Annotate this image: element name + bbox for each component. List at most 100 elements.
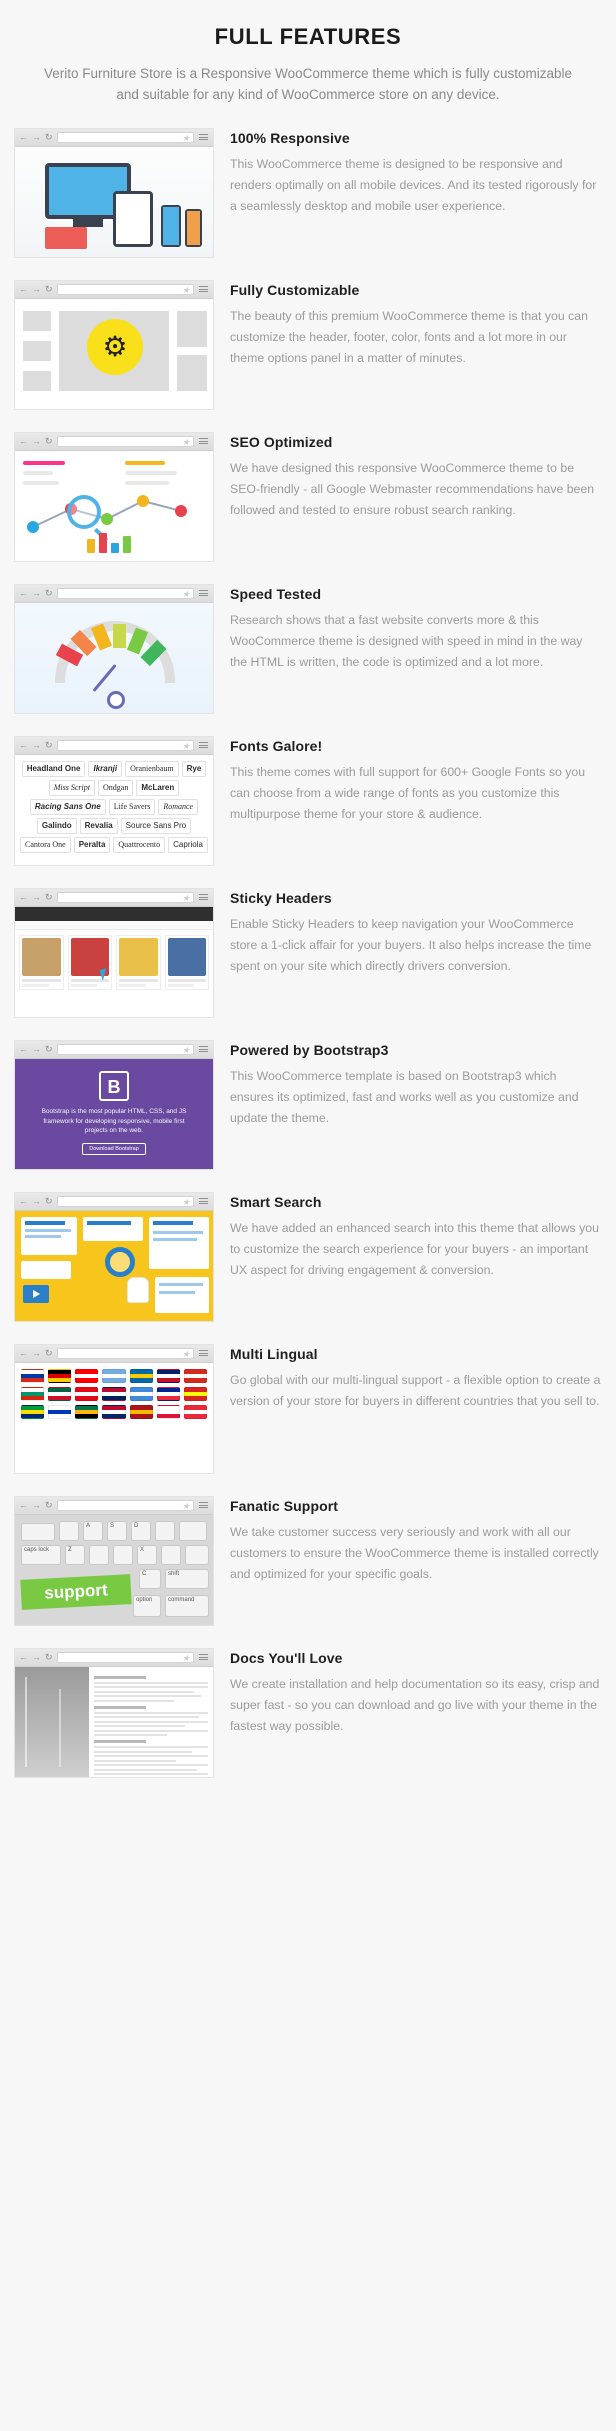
feature-row-docs: ← → ↻ ★ Docs You'll Love We create insta…: [0, 1647, 616, 1778]
font-sample-chip[interactable]: Headland One: [21, 760, 86, 777]
key-blank: [21, 1522, 55, 1541]
back-arrow-icon[interactable]: ←: [19, 1044, 28, 1054]
font-sample-chip[interactable]: McLaren: [136, 779, 180, 796]
font-sample-chip[interactable]: Revalia: [79, 817, 118, 834]
back-arrow-icon[interactable]: ←: [19, 892, 28, 902]
url-input[interactable]: ★: [56, 1651, 194, 1664]
bookmark-star-icon[interactable]: ★: [182, 1500, 190, 1512]
back-arrow-icon[interactable]: ←: [19, 284, 28, 294]
back-arrow-icon[interactable]: ←: [19, 1196, 28, 1206]
menu-icon[interactable]: [198, 740, 209, 751]
back-arrow-icon[interactable]: ←: [19, 132, 28, 142]
forward-arrow-icon[interactable]: →: [32, 588, 41, 598]
forward-arrow-icon[interactable]: →: [32, 1196, 41, 1206]
forward-arrow-icon[interactable]: →: [32, 436, 41, 446]
url-input[interactable]: ★: [56, 1195, 194, 1208]
menu-icon[interactable]: [198, 284, 209, 295]
reload-icon[interactable]: ↻: [45, 1196, 53, 1206]
font-sample-chip[interactable]: Ikranji: [88, 760, 123, 777]
product-card[interactable]: [67, 934, 112, 990]
product-card[interactable]: [19, 934, 64, 990]
reload-icon[interactable]: ↻: [45, 892, 53, 902]
bookmark-star-icon[interactable]: ★: [182, 1044, 190, 1056]
phone-orange-shape: [185, 208, 202, 247]
font-sample-chip[interactable]: Oranienbaum: [125, 760, 179, 777]
menu-icon[interactable]: [198, 1500, 209, 1511]
forward-arrow-icon[interactable]: →: [32, 1044, 41, 1054]
url-input[interactable]: ★: [56, 1347, 194, 1360]
forward-arrow-icon[interactable]: →: [32, 1652, 41, 1662]
feature-title: Fully Customizable: [230, 281, 360, 298]
font-sample-chip[interactable]: Peralta: [73, 836, 111, 853]
url-input[interactable]: ★: [56, 1043, 194, 1056]
menu-icon[interactable]: [198, 1196, 209, 1207]
menu-icon[interactable]: [198, 1044, 209, 1055]
font-sample-chip[interactable]: Cantora One: [20, 836, 71, 853]
menu-icon[interactable]: [198, 588, 209, 599]
menu-icon[interactable]: [198, 132, 209, 143]
url-input[interactable]: ★: [56, 891, 194, 904]
menu-icon[interactable]: [198, 1652, 209, 1663]
font-sample-chip[interactable]: Miss Script: [48, 779, 95, 796]
menu-icon[interactable]: [198, 436, 209, 447]
bookmark-star-icon[interactable]: ★: [182, 740, 190, 752]
reload-icon[interactable]: ↻: [45, 1500, 53, 1510]
bookmark-star-icon[interactable]: ★: [182, 1652, 190, 1664]
reload-icon[interactable]: ↻: [45, 1348, 53, 1358]
back-arrow-icon[interactable]: ←: [19, 740, 28, 750]
reload-icon[interactable]: ↻: [45, 132, 53, 142]
forward-arrow-icon[interactable]: →: [32, 1348, 41, 1358]
font-sample-chip[interactable]: Rye: [181, 760, 207, 777]
browser-chrome: ← → ↻ ★: [15, 1040, 213, 1059]
url-input[interactable]: ★: [56, 131, 194, 144]
font-sample-chip[interactable]: Romance: [158, 798, 199, 815]
reload-icon[interactable]: ↻: [45, 284, 53, 294]
font-sample-chip[interactable]: Quattrocento: [113, 836, 166, 853]
bookmark-star-icon[interactable]: ★: [182, 132, 190, 144]
placeholder-block: [177, 310, 207, 347]
url-input[interactable]: ★: [56, 283, 194, 296]
bookmark-star-icon[interactable]: ★: [182, 284, 190, 296]
download-bootstrap-button[interactable]: Download Bootstrap: [82, 1143, 146, 1156]
font-sample-chip[interactable]: Life Savers: [108, 798, 156, 815]
reload-icon[interactable]: ↻: [45, 740, 53, 750]
product-card[interactable]: [164, 934, 209, 990]
reload-icon[interactable]: ↻: [45, 1044, 53, 1054]
back-arrow-icon[interactable]: ←: [19, 1652, 28, 1662]
feature-row-customizable: ← → ↻ ★ ⚙ Fully Customizable The beauty …: [0, 279, 616, 410]
reload-icon[interactable]: ↻: [45, 436, 53, 446]
font-sample-chip[interactable]: Source Sans Pro: [120, 817, 192, 834]
font-sample-chip[interactable]: Ondgan: [98, 779, 134, 796]
back-arrow-icon[interactable]: ←: [19, 436, 28, 446]
feature-title: Docs You'll Love: [230, 1649, 343, 1666]
font-sample-chip[interactable]: Galindo: [36, 817, 77, 834]
back-arrow-icon[interactable]: ←: [19, 588, 28, 598]
bookmark-star-icon[interactable]: ★: [182, 1196, 190, 1208]
font-sample-chip[interactable]: Capriola: [168, 836, 208, 853]
back-arrow-icon[interactable]: ←: [19, 1500, 28, 1510]
reload-icon[interactable]: ↻: [45, 1652, 53, 1662]
menu-icon[interactable]: [198, 892, 209, 903]
url-input[interactable]: ★: [56, 587, 194, 600]
forward-arrow-icon[interactable]: →: [32, 1500, 41, 1510]
reload-icon[interactable]: ↻: [45, 588, 53, 598]
url-input[interactable]: ★: [56, 435, 194, 448]
url-input[interactable]: ★: [56, 739, 194, 752]
ui-line: [153, 1230, 203, 1234]
bookmark-star-icon[interactable]: ★: [182, 1348, 190, 1360]
forward-arrow-icon[interactable]: →: [32, 740, 41, 750]
font-sample-chip[interactable]: Racing Sans One: [29, 798, 106, 815]
play-button-icon[interactable]: [23, 1284, 49, 1303]
menu-icon[interactable]: [198, 1348, 209, 1359]
product-card[interactable]: [116, 934, 161, 990]
forward-arrow-icon[interactable]: →: [32, 284, 41, 294]
data-point-dot: [175, 504, 187, 517]
bookmark-star-icon[interactable]: ★: [182, 892, 190, 904]
bookmark-star-icon[interactable]: ★: [182, 588, 190, 600]
url-input[interactable]: ★: [56, 1499, 194, 1512]
forward-arrow-icon[interactable]: →: [32, 892, 41, 902]
back-arrow-icon[interactable]: ←: [19, 1348, 28, 1358]
feature-row-search: ← → ↻ ★ Smart Search We have added an en…: [0, 1191, 616, 1322]
bookmark-star-icon[interactable]: ★: [182, 436, 190, 448]
forward-arrow-icon[interactable]: →: [32, 132, 41, 142]
